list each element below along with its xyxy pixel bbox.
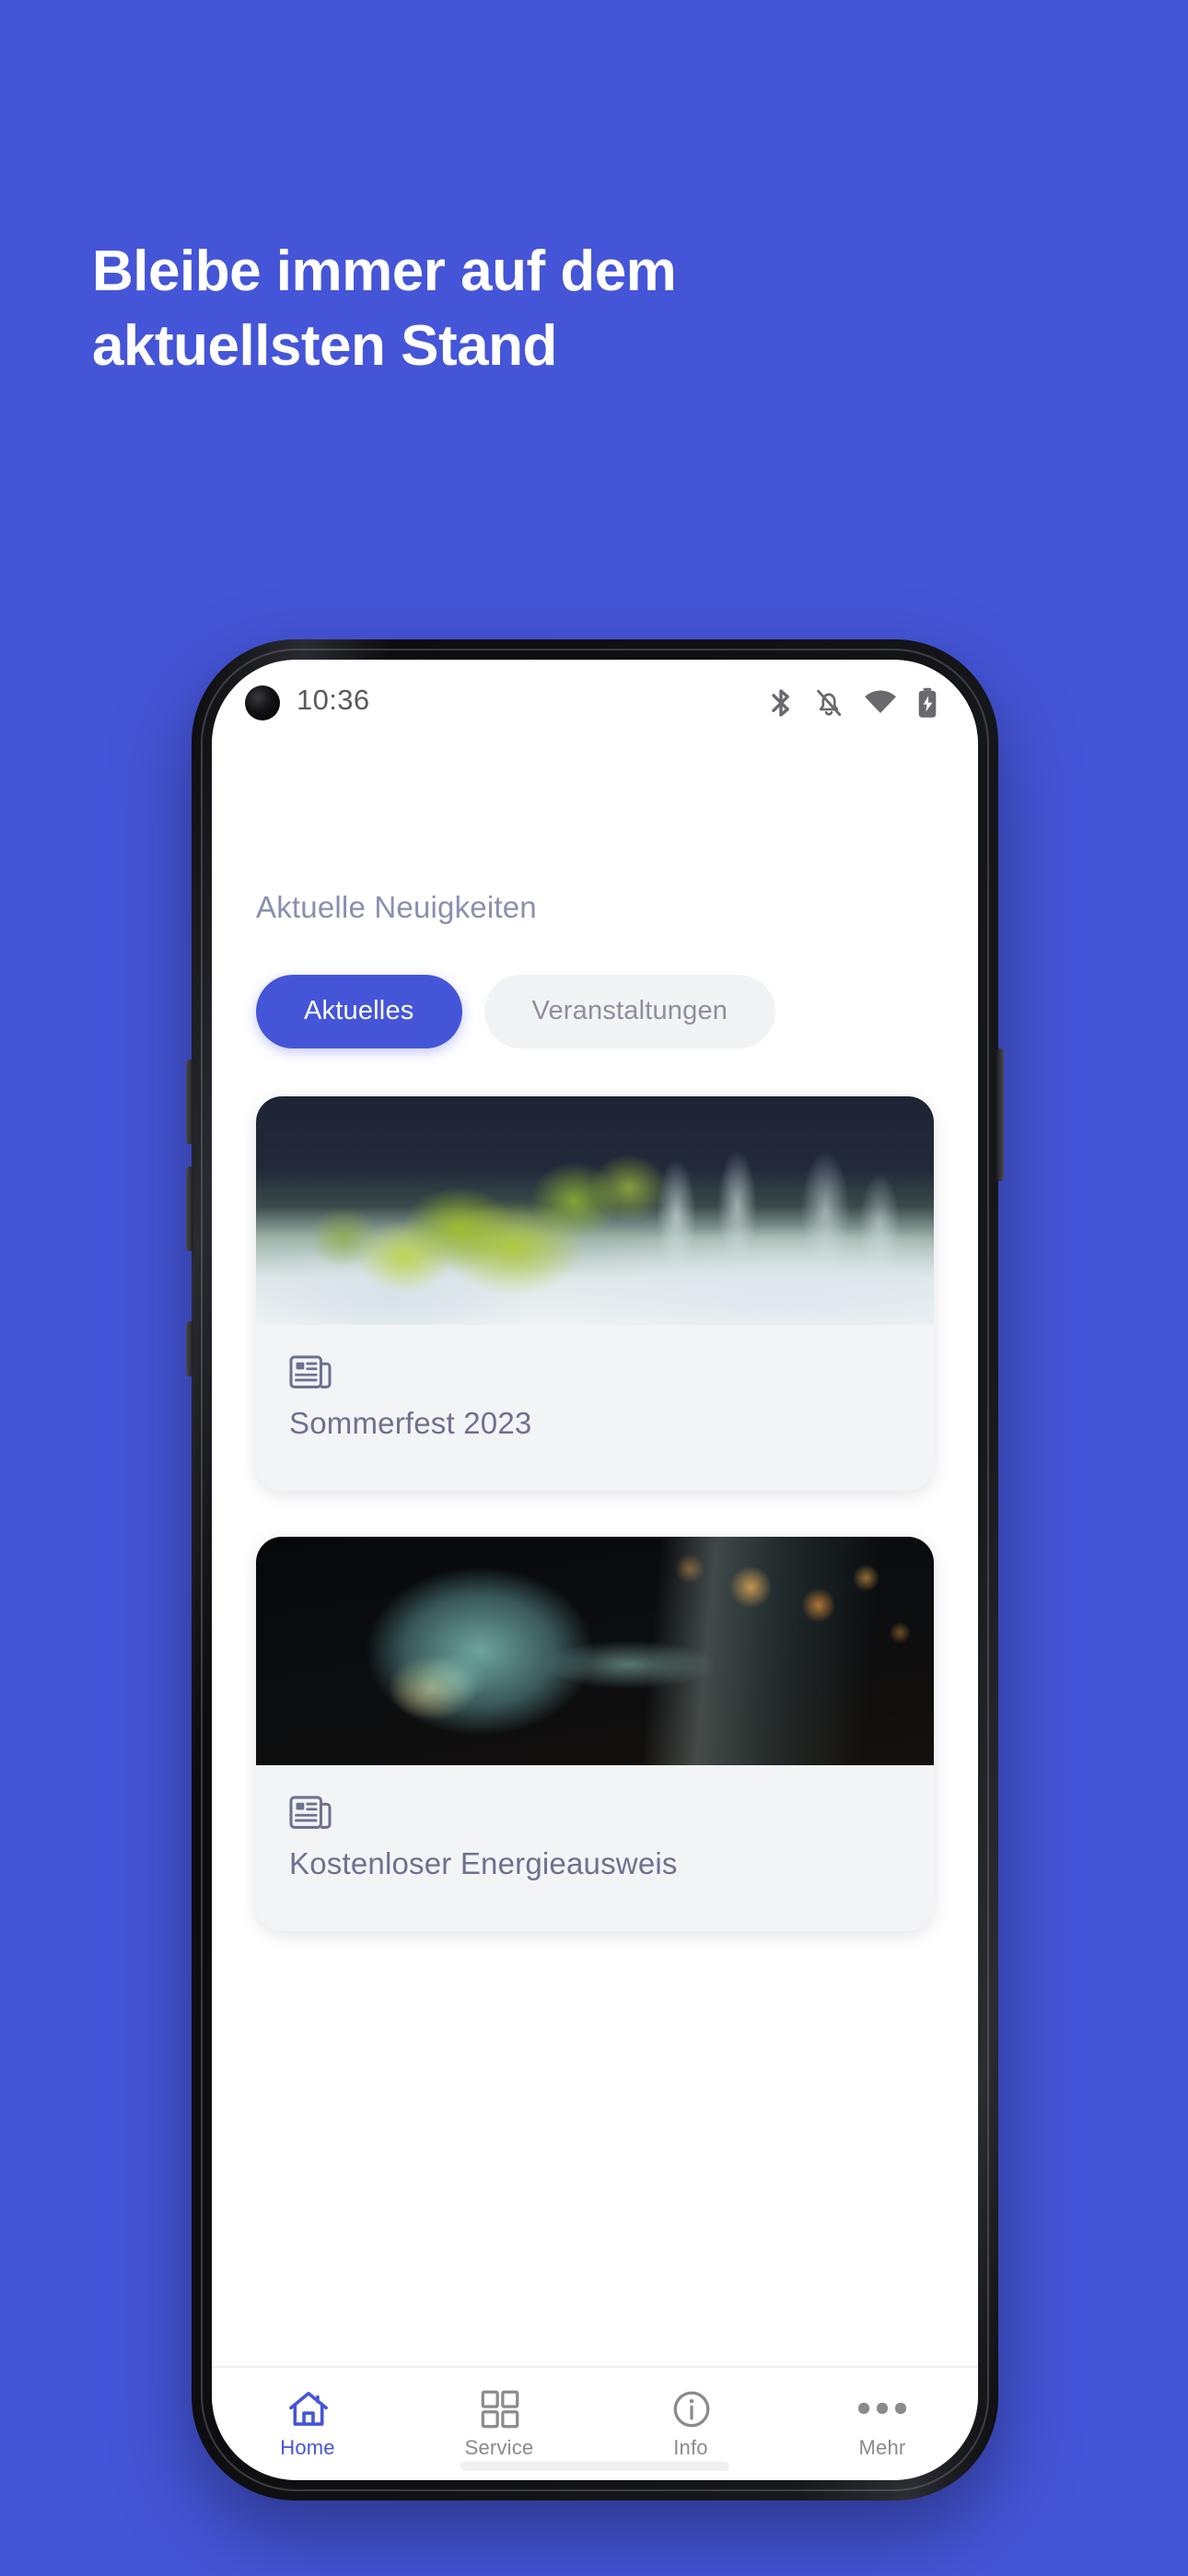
newspaper-icon bbox=[289, 1796, 332, 1829]
phone-mockup: 10:36 Aktuelle Neuigkeiten Aktuelles Ver… bbox=[186, 639, 1188, 2500]
volume-down-button[interactable] bbox=[186, 1166, 193, 1251]
news-filter-tabs: Aktuelles Veranstaltungen bbox=[212, 927, 978, 1048]
nav-item-mehr[interactable]: Mehr bbox=[786, 2389, 978, 2459]
light-bulb-photo bbox=[256, 1537, 934, 1765]
news-card-image bbox=[256, 1537, 934, 1765]
nav-label-mehr: Mehr bbox=[858, 2437, 906, 2459]
promo-headline: Bleibe immer auf dem aktuellsten Stand bbox=[92, 240, 677, 378]
tab-aktuelles[interactable]: Aktuelles bbox=[256, 975, 462, 1048]
status-bar: 10:36 bbox=[212, 660, 978, 744]
info-icon bbox=[672, 2390, 709, 2427]
home-icon bbox=[288, 2391, 327, 2425]
phone-screen: 10:36 Aktuelle Neuigkeiten Aktuelles Ver… bbox=[212, 660, 978, 2480]
battery-charging-icon bbox=[918, 686, 937, 717]
home-indicator[interactable] bbox=[460, 2462, 729, 2471]
nav-item-home[interactable]: Home bbox=[212, 2389, 403, 2459]
nav-label-info: Info bbox=[673, 2437, 708, 2459]
phone-bezel: 10:36 Aktuelle Neuigkeiten Aktuelles Ver… bbox=[186, 639, 1004, 2500]
grid-icon bbox=[480, 2389, 518, 2428]
nav-item-info[interactable]: Info bbox=[595, 2389, 786, 2459]
status-bar-clock: 10:36 bbox=[297, 685, 370, 717]
news-card[interactable]: Kostenloser Energieausweis bbox=[256, 1537, 934, 1931]
nav-label-service: Service bbox=[464, 2437, 534, 2459]
nav-label-home: Home bbox=[280, 2437, 335, 2459]
page-title: Aktuelle Neuigkeiten bbox=[256, 892, 537, 925]
news-card-title: Sommerfest 2023 bbox=[289, 1408, 532, 1441]
ellipsis-icon bbox=[858, 2389, 906, 2428]
bell-off-icon bbox=[817, 688, 842, 716]
news-card[interactable]: Sommerfest 2023 bbox=[256, 1096, 934, 1491]
status-bar-right bbox=[768, 686, 938, 718]
volume-up-button[interactable] bbox=[186, 1060, 193, 1144]
table-setting-photo bbox=[256, 1096, 934, 1325]
tab-veranstaltungen[interactable]: Veranstaltungen bbox=[483, 975, 776, 1048]
status-bar-left: 10:36 bbox=[245, 685, 370, 720]
nav-item-service[interactable]: Service bbox=[403, 2389, 595, 2459]
wifi-icon bbox=[865, 690, 896, 714]
side-button-right[interactable] bbox=[996, 1048, 1004, 1181]
newspaper-icon bbox=[289, 1355, 332, 1388]
camera-punch-hole-icon bbox=[245, 685, 280, 720]
news-card-title: Kostenloser Energieausweis bbox=[289, 1848, 678, 1881]
bluetooth-icon bbox=[772, 688, 789, 716]
news-card-image bbox=[256, 1096, 934, 1325]
news-card-list: Sommerfest 2023 Kostenloser Energieauswe… bbox=[212, 1048, 978, 1931]
power-button[interactable] bbox=[186, 1321, 193, 1376]
news-card-body: Sommerfest 2023 bbox=[256, 1325, 934, 1491]
app-content: Aktuelle Neuigkeiten Aktuelles Veranstal… bbox=[212, 744, 978, 2366]
news-card-body: Kostenloser Energieausweis bbox=[256, 1765, 934, 1931]
